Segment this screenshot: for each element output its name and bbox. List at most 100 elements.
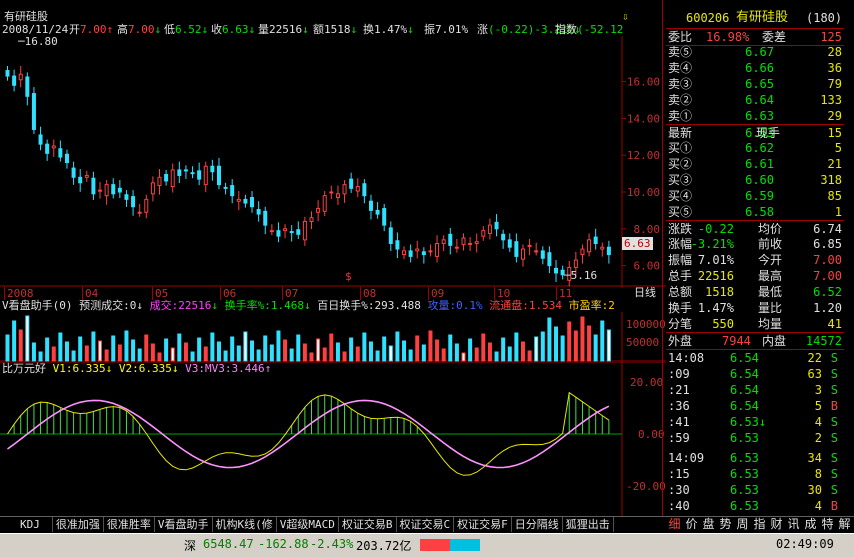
tab-7[interactable]: 权证交易C: [397, 517, 455, 532]
tab-10[interactable]: 狐狸出击: [563, 517, 614, 532]
candle: [236, 198, 241, 202]
volume-chart[interactable]: [0, 312, 666, 362]
indicator-chart[interactable]: [0, 362, 666, 516]
price-chart[interactable]: 16.00 14.00 12.00 10.00 8.00 6.00: [0, 36, 666, 288]
volume-bar: [31, 342, 36, 362]
tick-qty: 22: [807, 351, 822, 365]
tick-row: 14:09 6.53 34 S: [666, 450, 844, 466]
buy-4-row[interactable]: 买④ 6.59 85: [666, 188, 844, 204]
wc-value: 125: [820, 30, 842, 44]
candle: [454, 246, 459, 249]
buy-1-row[interactable]: 买① 6.62 5: [666, 140, 844, 156]
sell-5-row[interactable]: 卖⑤ 6.67 28: [666, 44, 844, 60]
vol-predict: 预测成交:0: [79, 299, 137, 312]
volume-bar: [58, 332, 63, 362]
tab-5[interactable]: V超级MACD: [277, 517, 339, 532]
sell-5-label: 卖⑤: [668, 45, 693, 59]
candle: [309, 217, 314, 222]
volume-bar: [243, 331, 248, 362]
buy-2-price: 6.61: [745, 157, 774, 171]
volume-bar: [580, 316, 585, 362]
tick-row: :40 6.53 4 B: [666, 498, 844, 514]
candle: [335, 193, 340, 199]
right-tab-7[interactable]: 讯: [785, 517, 802, 532]
vol-float: 流通盘:1.534: [489, 299, 562, 312]
wc-label: 委差: [762, 30, 787, 44]
tab-9[interactable]: 日分隔线: [512, 517, 563, 532]
quote-num: (180): [806, 11, 843, 25]
volume-bar: [236, 345, 241, 362]
indicator-tab-bar: KDJ 很准加强 很准胜率 V看盘助手 机构K线(修 V超级MACD 权证交易B 权证交易C 权…: [0, 516, 666, 533]
tab-3[interactable]: V看盘助手: [155, 517, 213, 532]
sell-3-qty: 79: [827, 77, 842, 91]
candle: [131, 196, 136, 208]
sell-4-label: 卖④: [668, 61, 693, 75]
period-label[interactable]: 日线: [634, 287, 656, 299]
sell-2-row[interactable]: 卖② 6.64 133: [666, 92, 844, 108]
volume-bar: [263, 335, 268, 362]
right-tab-2[interactable]: 盘: [700, 517, 717, 532]
tick-side: S: [830, 431, 838, 445]
candle: [5, 70, 10, 77]
quote-header: 600206 有研硅股 (180): [666, 10, 852, 26]
stat-row: 涨跌 -0.22 均价 6.74: [666, 220, 844, 237]
buy-1-label: 买①: [668, 141, 693, 155]
candle: [137, 211, 142, 214]
tick-side: S: [830, 467, 838, 481]
candle: [441, 239, 446, 245]
tab-4[interactable]: 机构K线(修: [213, 517, 277, 532]
tick-price: 6.53: [730, 483, 759, 497]
candle: [468, 243, 473, 246]
lock-icon[interactable]: ⇩: [622, 10, 629, 23]
candle: [520, 248, 525, 260]
right-tab-8[interactable]: 成: [802, 517, 819, 532]
sell-3-row[interactable]: 卖③ 6.65 79: [666, 76, 844, 92]
volume-bar: [487, 342, 492, 362]
stat-row: 总额 1518 最低 6.52: [666, 284, 844, 300]
stat-value-2: 6.52: [813, 285, 842, 299]
right-tab-6[interactable]: 财: [768, 517, 785, 532]
stat-value-2: 41: [827, 317, 842, 331]
sell-1-row[interactable]: 卖① 6.63 29: [666, 108, 844, 124]
ind-y-tick-1: 20.00: [630, 376, 664, 389]
sell-1-price: 6.63: [745, 109, 774, 123]
volume-bar: [78, 336, 83, 362]
volume-bar: [117, 344, 122, 362]
tab-6[interactable]: 权证交易B: [339, 517, 397, 532]
right-tab-5[interactable]: 指: [751, 517, 768, 532]
tick-time: :30: [668, 483, 690, 497]
status-pct: -2.43%: [310, 537, 354, 551]
tick-row: :30 6.53 30 S: [666, 482, 844, 498]
buy-4-qty: 85: [827, 189, 842, 203]
right-tab-3[interactable]: 势: [717, 517, 734, 532]
right-tab-10[interactable]: 解: [836, 517, 853, 532]
tick-row: :09 6.54 63 S: [666, 366, 844, 382]
tab-8[interactable]: 权证交易F: [454, 517, 512, 532]
volume-bar: [382, 336, 387, 362]
right-tab-9[interactable]: 特: [819, 517, 836, 532]
tick-time: :09: [668, 367, 690, 381]
tick-price: 6.53: [730, 451, 759, 465]
tick-time: :41: [668, 415, 690, 429]
candle: [111, 184, 116, 195]
vol-turn100: 百日换手%:293.488: [317, 299, 421, 312]
tab-2[interactable]: 很准胜率: [104, 517, 155, 532]
buy-2-row[interactable]: 买② 6.61 21: [666, 156, 844, 172]
stat-label: 总额: [668, 285, 693, 299]
candle: [329, 191, 334, 194]
volume-bar: [18, 329, 23, 362]
price-y-tick: 10.00: [627, 186, 660, 199]
sell-4-row[interactable]: 卖④ 6.66 36: [666, 60, 844, 76]
stat-label-2: 最低: [758, 285, 783, 299]
tab-0[interactable]: KDJ: [0, 517, 53, 532]
right-tab-4[interactable]: 周: [734, 517, 751, 532]
buy-3-qty: 318: [820, 173, 842, 187]
right-tab-1[interactable]: 价: [683, 517, 700, 532]
sell-2-qty: 133: [820, 93, 842, 107]
buy-3-row[interactable]: 买③ 6.60 318: [666, 172, 844, 188]
low-label: 低6.52↓: [164, 23, 209, 36]
right-tab-0[interactable]: 细: [666, 517, 683, 532]
volume-bar: [520, 341, 525, 362]
buy-5-row[interactable]: 买⑤ 6.58 1: [666, 204, 844, 220]
tab-1[interactable]: 很准加强: [53, 517, 104, 532]
